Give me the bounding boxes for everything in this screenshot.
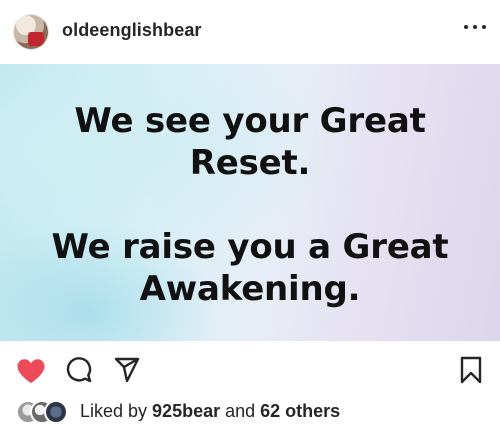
post-image[interactable]: We see your Great Reset. We raise you a … <box>0 64 500 341</box>
image-text-block-1: We see your Great Reset. <box>0 100 500 184</box>
likes-prefix: Liked by <box>80 401 153 421</box>
image-text-line: We see your Great <box>74 101 426 141</box>
instagram-post: oldeenglishbear We see your Great Reset.… <box>0 0 500 432</box>
avatar[interactable] <box>13 14 49 50</box>
likes-row: Liked by 925bear and 62 others <box>0 396 500 426</box>
more-options-icon[interactable] <box>464 22 486 32</box>
share-icon[interactable] <box>114 357 140 383</box>
bookmark-icon[interactable] <box>460 356 482 384</box>
image-text-line: Reset. <box>189 143 311 183</box>
username[interactable]: oldeenglishbear <box>62 20 202 41</box>
comment-icon[interactable] <box>66 356 92 384</box>
image-text-line: We raise you a Great <box>51 227 449 267</box>
liker-username[interactable]: 925bear <box>152 401 220 421</box>
likes-middle: and <box>220 401 261 421</box>
liker-avatars[interactable] <box>16 400 72 424</box>
action-bar <box>0 346 500 394</box>
image-text-block-2: We raise you a Great Awakening. <box>0 226 500 310</box>
liker-avatar <box>44 400 68 424</box>
others-count[interactable]: 62 others <box>260 401 340 421</box>
heart-icon[interactable] <box>16 358 46 384</box>
post-header: oldeenglishbear <box>0 0 500 62</box>
image-text-line: Awakening. <box>139 269 361 309</box>
likes-summary: Liked by 925bear and 62 others <box>80 401 340 422</box>
